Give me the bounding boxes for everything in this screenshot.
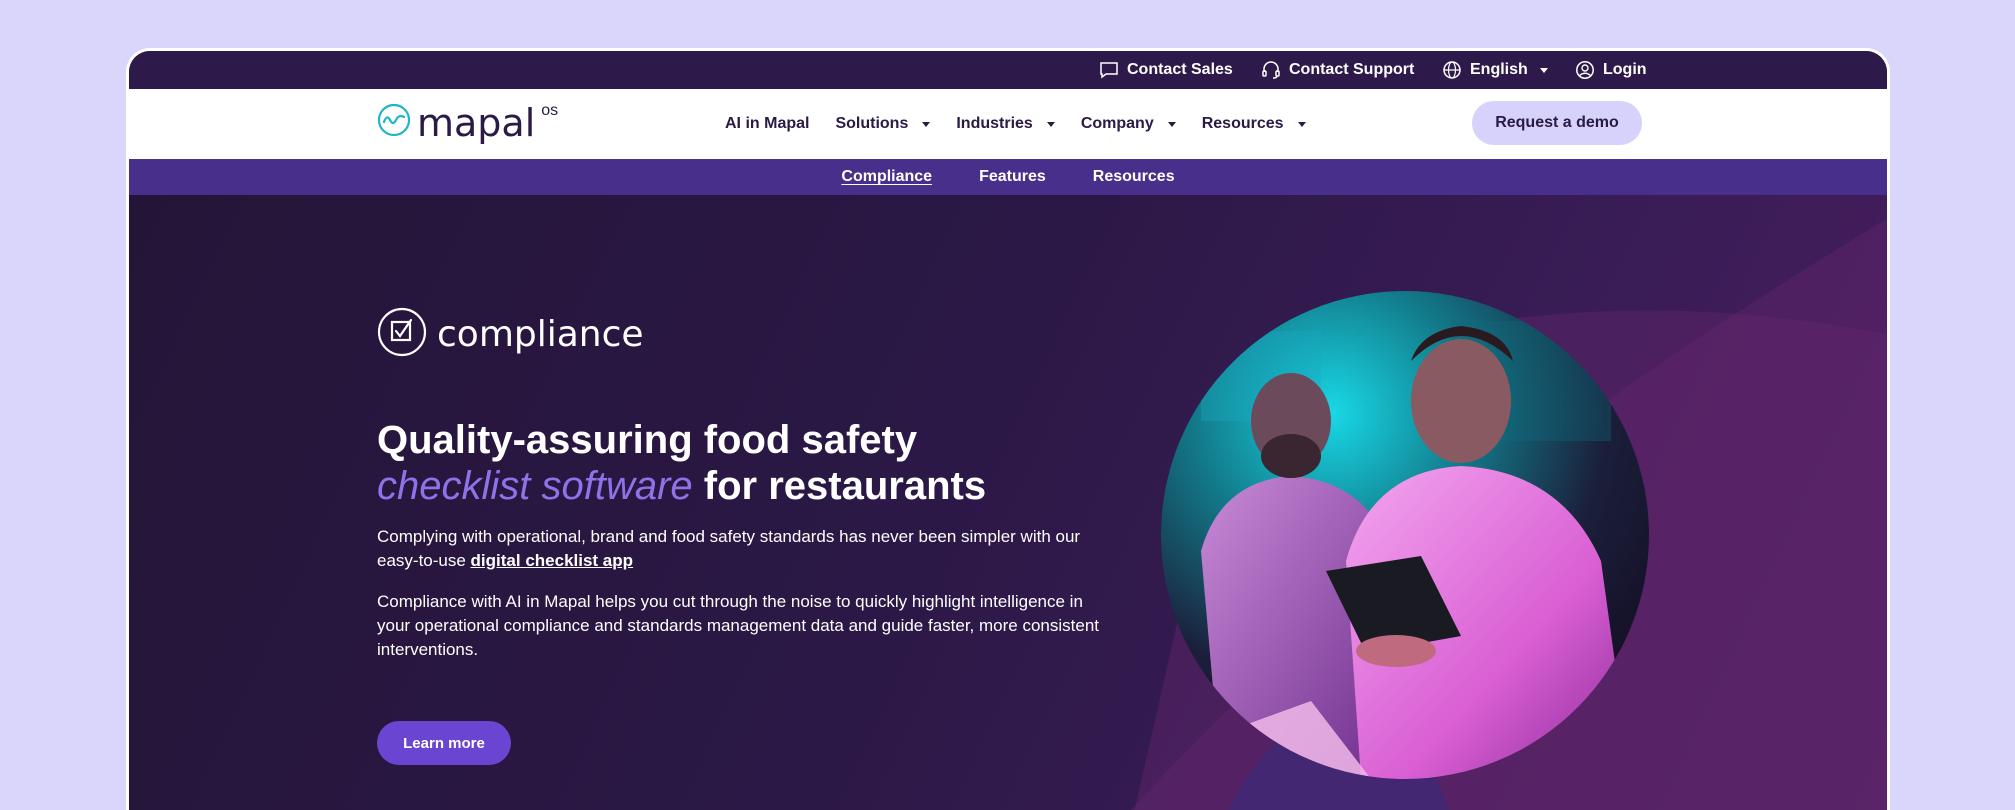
hero-chefs-image (1161, 291, 1649, 779)
learn-more-button[interactable]: Learn more (377, 721, 511, 765)
browser-frame: Contact Sales Contact Support English Lo… (126, 48, 1890, 810)
nav-ai-in-mapal[interactable]: AI in Mapal (725, 115, 809, 133)
main-nav: mapal os AI in Mapal Solutions Industrie… (129, 89, 1887, 159)
subnav-features[interactable]: Features (979, 168, 1046, 186)
heading-accent: checklist software (377, 464, 693, 508)
login-label: Login (1603, 61, 1647, 78)
chevron-down-icon (1539, 67, 1548, 73)
chevron-down-icon (1046, 121, 1055, 127)
hero-paragraph-1: Complying with operational, brand and fo… (377, 525, 1117, 573)
nav-resources[interactable]: Resources (1202, 115, 1306, 133)
contact-support-label: Contact Support (1289, 61, 1415, 78)
nav-company[interactable]: Company (1081, 115, 1176, 133)
wave-circle-icon (377, 103, 411, 142)
nav-label: Company (1080, 115, 1154, 132)
nav-industries[interactable]: Industries (956, 115, 1055, 133)
heading-line1: Quality-assuring food safety (377, 418, 918, 462)
heading-tail: for restaurants (692, 464, 987, 508)
chevron-down-icon (1167, 121, 1176, 127)
nav-label: Solutions (835, 115, 909, 132)
nav-label: Resources (1201, 115, 1284, 132)
globe-icon (1442, 60, 1462, 80)
login-link[interactable]: Login (1575, 51, 1647, 89)
contact-sales-link[interactable]: Contact Sales (1099, 51, 1233, 89)
product-badge: compliance (377, 307, 644, 362)
contact-support-link[interactable]: Contact Support (1261, 51, 1414, 89)
product-name: compliance (437, 314, 644, 355)
language-selector[interactable]: English (1442, 51, 1548, 89)
sub-nav: Compliance Features Resources (129, 159, 1887, 195)
chat-bubble-icon (1099, 61, 1119, 79)
hero-section: compliance Quality-assuring food safety … (129, 195, 1887, 810)
checkbox-circle-icon (377, 307, 427, 362)
hero-heading: Quality-assuring food safety checklist s… (377, 417, 1137, 509)
headset-icon (1261, 60, 1281, 80)
subnav-compliance[interactable]: Compliance (841, 168, 932, 186)
mapal-logo[interactable]: mapal os (377, 100, 559, 145)
utility-bar: Contact Sales Contact Support English Lo… (129, 51, 1887, 89)
hero-paragraph-2: Compliance with AI in Mapal helps you cu… (377, 592, 1100, 659)
nav-label: Industries (956, 115, 1033, 132)
nav-solutions[interactable]: Solutions (835, 115, 931, 133)
contact-sales-label: Contact Sales (1127, 61, 1233, 78)
request-demo-button[interactable]: Request a demo (1472, 101, 1642, 145)
logo-suffix: os (541, 101, 559, 119)
logo-wordmark: mapal (417, 100, 536, 145)
chevron-down-icon (1297, 121, 1306, 127)
nav-menu: AI in Mapal Solutions Industries Company… (725, 89, 1332, 159)
digital-checklist-link[interactable]: digital checklist app (471, 551, 634, 570)
subnav-resources[interactable]: Resources (1093, 168, 1175, 186)
nav-label: AI in Mapal (725, 115, 810, 132)
chevron-down-icon (922, 121, 931, 127)
user-circle-icon (1575, 60, 1595, 80)
language-label: English (1470, 61, 1528, 78)
